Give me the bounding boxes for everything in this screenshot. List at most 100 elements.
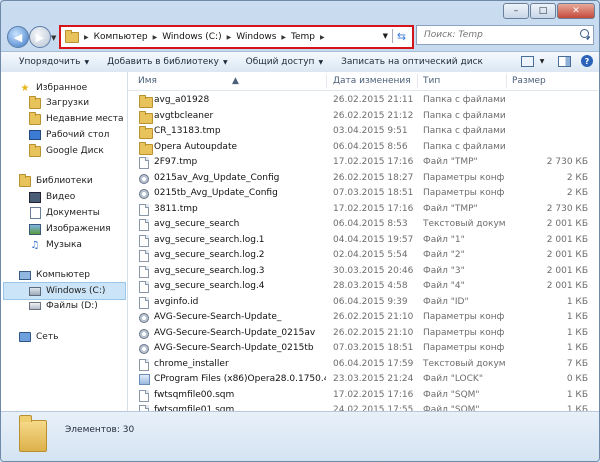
table-row[interactable]: avg_a01928 26.02.2015 21:11 Папка с файлам…	[128, 93, 598, 108]
file-name: avginfo.id	[154, 296, 199, 307]
chevron-right-icon[interactable]: ▶	[153, 34, 158, 41]
chevron-right-icon[interactable]: ▶	[320, 34, 325, 41]
table-row[interactable]: 0215av_Avg_Update_Config 26.02.2015 18:27…	[128, 171, 598, 186]
column-header-date[interactable]: Дата изменения	[333, 76, 411, 86]
column-divider[interactable]	[326, 74, 327, 88]
sidebar-favorites[interactable]: ★ Избранное	[19, 80, 88, 96]
table-row[interactable]: fwtsqmfile01.sqm 24.02.2015 17:55 Файл "SQ…	[128, 403, 598, 411]
column-header-name[interactable]: Имя	[138, 76, 157, 86]
column-header-size[interactable]: Размер	[512, 76, 546, 86]
table-row[interactable]: avgtbcleaner 26.02.2015 21:12 Папка с файл…	[128, 109, 598, 124]
table-row[interactable]: avg_secure_search.log.1 04.04.2015 19:57 Ф…	[128, 233, 598, 248]
organize-label: Упорядочить	[19, 57, 81, 67]
file-list: ▲ Имя Дата изменения Тип Размер avg_a019…	[128, 72, 599, 411]
back-button[interactable]: ◀	[7, 26, 29, 48]
table-row[interactable]: Opera Autoupdate 06.04.2015 8:56 Папка с ф…	[128, 140, 598, 155]
chevron-right-icon[interactable]: ▶	[84, 34, 89, 41]
application-icon	[139, 374, 150, 385]
table-row[interactable]: AVG-Secure-Search-Update_0215tb 07.03.201…	[128, 341, 598, 356]
organize-button[interactable]: Упорядочить ▼	[19, 57, 89, 67]
maximize-button[interactable]: □	[530, 3, 556, 19]
file-type: Файл "1"	[423, 234, 465, 245]
preview-pane-icon[interactable]	[558, 55, 571, 67]
table-row[interactable]: fwtsqmfile00.sqm 17.02.2015 17:16 Файл "SQ…	[128, 388, 598, 403]
breadcrumb-computer[interactable]: Компьютер	[94, 32, 148, 42]
sidebar-item-documents[interactable]: Документы	[29, 205, 100, 221]
table-row[interactable]: CProgram Files (x86)Opera28.0.1750.48op.…	[128, 372, 598, 387]
file-type: Параметры конф...	[423, 188, 505, 198]
file-type: Папка с файлами	[423, 110, 505, 121]
sidebar-libraries-label: Библиотеки	[36, 176, 93, 186]
table-row[interactable]: 2F97.tmp 17.02.2015 17:16 Файл "TMP" 2 730 …	[128, 155, 598, 170]
file-size: 1 КБ	[566, 343, 588, 353]
chevron-right-icon[interactable]: ▶	[281, 34, 286, 41]
sidebar-item-pictures[interactable]: Изображения	[29, 221, 111, 237]
downloads-icon	[29, 95, 41, 109]
sidebar-item-desktop[interactable]: Рабочий стол	[29, 127, 109, 143]
file-date: 30.03.2015 20:46	[333, 265, 414, 276]
table-row[interactable]: 0215tb_Avg_Update_Config 07.03.2015 18:51…	[128, 186, 598, 201]
navigation-row: ◀ ▶ ▼ ▶ Компьютер ▶ Windows (C:) ▶ Windo…	[1, 21, 599, 49]
sidebar-libraries[interactable]: Библиотеки	[19, 173, 93, 189]
address-bar[interactable]: ▶ Компьютер ▶ Windows (C:) ▶ Windows ▶ T…	[59, 25, 414, 49]
share-button[interactable]: Общий доступ ▼	[246, 57, 323, 67]
table-row[interactable]: avg_secure_search.log.2 02.04.2015 5:54 Фа…	[128, 248, 598, 263]
details-pane: Элементов: 30	[1, 411, 599, 461]
table-row[interactable]: chrome_installer 06.04.2015 17:59 Текстовы…	[128, 357, 598, 372]
column-divider[interactable]	[417, 74, 418, 88]
search-box[interactable]	[416, 25, 594, 45]
sidebar-item-downloads[interactable]: Загрузки	[29, 95, 89, 111]
sidebar-item-drive-d[interactable]: Файлы (D:)	[29, 298, 98, 314]
search-icon[interactable]	[580, 29, 589, 38]
chevron-down-icon[interactable]: ▼	[536, 56, 548, 67]
table-row[interactable]: 3811.tmp 17.02.2015 17:16 Файл "TMP" 2 730 …	[128, 202, 598, 217]
table-row[interactable]: avg_secure_search.log.3 30.03.2015 20:46 Ф…	[128, 264, 598, 279]
table-row[interactable]: AVG-Secure-Search-Update_ 26.02.2015 21:1…	[128, 310, 598, 325]
table-row[interactable]: CR_13183.tmp 03.04.2015 9:51 Папка с файла…	[128, 124, 598, 139]
sidebar-item-music[interactable]: ♫ Музыка	[29, 237, 82, 253]
sidebar-item-label: Документы	[46, 208, 100, 218]
view-options-icon[interactable]	[521, 55, 534, 67]
table-row[interactable]: avg_secure_search.log.4 28.03.2015 4:58 Фа…	[128, 279, 598, 294]
column-divider[interactable]	[506, 74, 507, 88]
add-to-library-button[interactable]: Добавить в библиотеку ▼	[107, 57, 228, 67]
file-type: Папка с файлами	[423, 95, 505, 105]
table-row[interactable]: avginfo.id 06.04.2015 9:39 Файл "ID" 1 КБ	[128, 295, 598, 310]
forward-button[interactable]: ▶	[29, 26, 51, 48]
table-row[interactable]: AVG-Secure-Search-Update_0215av 26.02.201…	[128, 326, 598, 341]
refresh-button[interactable]: ⇆	[394, 28, 409, 44]
libraries-icon	[19, 173, 31, 187]
close-button[interactable]: ✕	[557, 3, 595, 19]
search-input[interactable]	[422, 29, 576, 41]
document-icon	[139, 203, 149, 216]
file-date: 04.04.2015 19:57	[333, 234, 414, 245]
sidebar-item-google-drive[interactable]: Google Диск	[29, 143, 104, 159]
breadcrumb-drive-c[interactable]: Windows (C:)	[162, 32, 221, 42]
windows-drive-icon	[29, 286, 41, 297]
address-history-dropdown[interactable]: ▼	[383, 32, 388, 40]
share-label: Общий доступ	[245, 57, 315, 67]
breadcrumb-temp[interactable]: Temp	[291, 32, 315, 42]
table-row[interactable]: avg_secure_search 06.04.2015 8:53 Текстовы…	[128, 217, 598, 232]
folder-icon	[29, 111, 41, 125]
sidebar-computer[interactable]: Компьютер	[19, 267, 90, 283]
sidebar-item-recent-places[interactable]: Недавние места	[29, 111, 124, 127]
file-name: fwtsqmfile00.sqm	[154, 389, 235, 400]
document-icon	[139, 157, 149, 169]
recent-pages-dropdown[interactable]: ▼	[51, 34, 56, 42]
sidebar-network[interactable]: Сеть	[19, 329, 58, 345]
explorer-window: – □ ✕ ◀ ▶ ▼ ▶ Компьютер ▶ Windows (C:) ▶…	[0, 0, 600, 462]
chevron-right-icon[interactable]: ▶	[227, 34, 232, 41]
document-icon	[139, 265, 149, 278]
minimize-button[interactable]: –	[503, 3, 529, 19]
item-count: Элементов: 30	[65, 425, 135, 435]
file-type: Папка с файлами	[423, 126, 505, 136]
file-name: 0215av_Avg_Update_Config	[154, 172, 280, 183]
folder-icon	[139, 141, 153, 155]
column-header-type[interactable]: Тип	[423, 76, 440, 86]
recent-places-icon	[29, 111, 41, 125]
help-icon[interactable]: ?	[581, 55, 593, 67]
burn-button[interactable]: Записать на оптический диск	[341, 57, 483, 67]
sidebar-item-video[interactable]: Видео	[29, 189, 75, 205]
breadcrumb-windows[interactable]: Windows	[236, 32, 276, 42]
